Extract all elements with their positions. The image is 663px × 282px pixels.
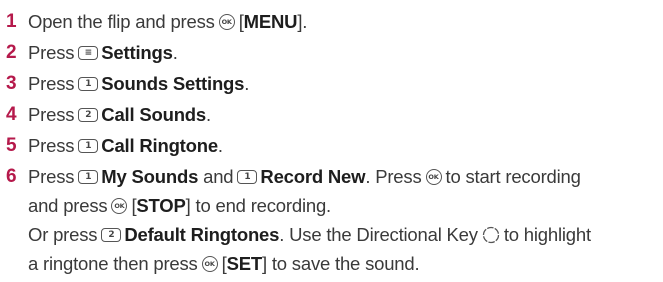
ok-key-icon: OK	[218, 14, 235, 30]
settings-label: Settings	[101, 42, 173, 63]
bracket-close: ].	[297, 11, 308, 32]
step-6: 6 Press 1 My Sounds and 1 Record New . P…	[6, 164, 581, 190]
step-6-line-3: Or press 2 Default Ringtones . Use the D…	[28, 222, 591, 248]
step-text: Press	[28, 166, 75, 187]
call-ringtone-label: Call Ringtone	[101, 135, 218, 156]
menu-label: MENU	[243, 11, 298, 32]
default-ringtones-label: Default Ringtones	[124, 224, 280, 245]
set-label: SET	[226, 253, 263, 274]
step-number: 3	[6, 73, 17, 94]
key-1-icon: 1	[78, 77, 99, 91]
key-1-icon: 1	[237, 170, 258, 184]
step-number: 1	[6, 11, 17, 32]
key-1-icon: 1	[78, 170, 99, 184]
step-number: 4	[6, 104, 17, 125]
step-text: to start recording	[445, 166, 581, 187]
step-6-line-2: and press OK [ STOP ] to end recording.	[28, 193, 331, 219]
call-sounds-label: Call Sounds	[101, 104, 206, 125]
step-text: Or press	[28, 224, 98, 245]
step-text: a ringtone then press	[28, 253, 198, 274]
step-6-line-4: a ringtone then press OK [ SET ] to save…	[28, 251, 420, 277]
step-text: Press	[28, 42, 75, 63]
step-4: 4 Press 2 Call Sounds .	[6, 102, 211, 128]
key-1-icon: 1	[78, 139, 99, 153]
step-number: 6	[6, 166, 17, 187]
instruction-steps: 1 Open the flip and press OK [ MENU ]. 2…	[0, 0, 663, 282]
my-sounds-label: My Sounds	[101, 166, 199, 187]
step-2: 2 Press ≡ Settings .	[6, 40, 178, 66]
key-2-icon: 2	[101, 228, 122, 242]
step-text: . Use the Directional Key	[279, 224, 478, 245]
step-text: Press	[28, 135, 75, 156]
step-3: 3 Press 1 Sounds Settings .	[6, 71, 249, 97]
step-text-end: .	[217, 135, 223, 156]
step-text: ] to save the sound.	[261, 253, 420, 274]
step-text: and press	[28, 195, 108, 216]
key-2-icon: 2	[78, 108, 99, 122]
step-text: ] to end recording.	[185, 195, 332, 216]
step-text: Press	[28, 104, 75, 125]
step-text: to highlight	[503, 224, 591, 245]
sounds-settings-label: Sounds Settings	[101, 73, 245, 94]
step-1: 1 Open the flip and press OK [ MENU ].	[6, 9, 307, 35]
step-text-end: .	[172, 42, 178, 63]
step-text: Press	[28, 73, 75, 94]
step-text-end: .	[244, 73, 250, 94]
menu-key-icon: ≡	[78, 46, 99, 60]
step-number: 2	[6, 42, 17, 63]
step-text-end: .	[206, 104, 211, 125]
directional-key-icon	[482, 226, 499, 244]
step-5: 5 Press 1 Call Ringtone .	[6, 133, 223, 159]
step-number: 5	[6, 135, 17, 156]
record-new-label: Record New	[260, 166, 366, 187]
stop-label: STOP	[136, 195, 186, 216]
step-text: and	[203, 166, 234, 187]
ok-key-icon: OK	[425, 169, 442, 185]
ok-key-icon: OK	[201, 256, 218, 272]
ok-key-icon: OK	[111, 198, 128, 214]
step-text: Open the flip and press	[28, 11, 215, 32]
step-text: . Press	[365, 166, 422, 187]
